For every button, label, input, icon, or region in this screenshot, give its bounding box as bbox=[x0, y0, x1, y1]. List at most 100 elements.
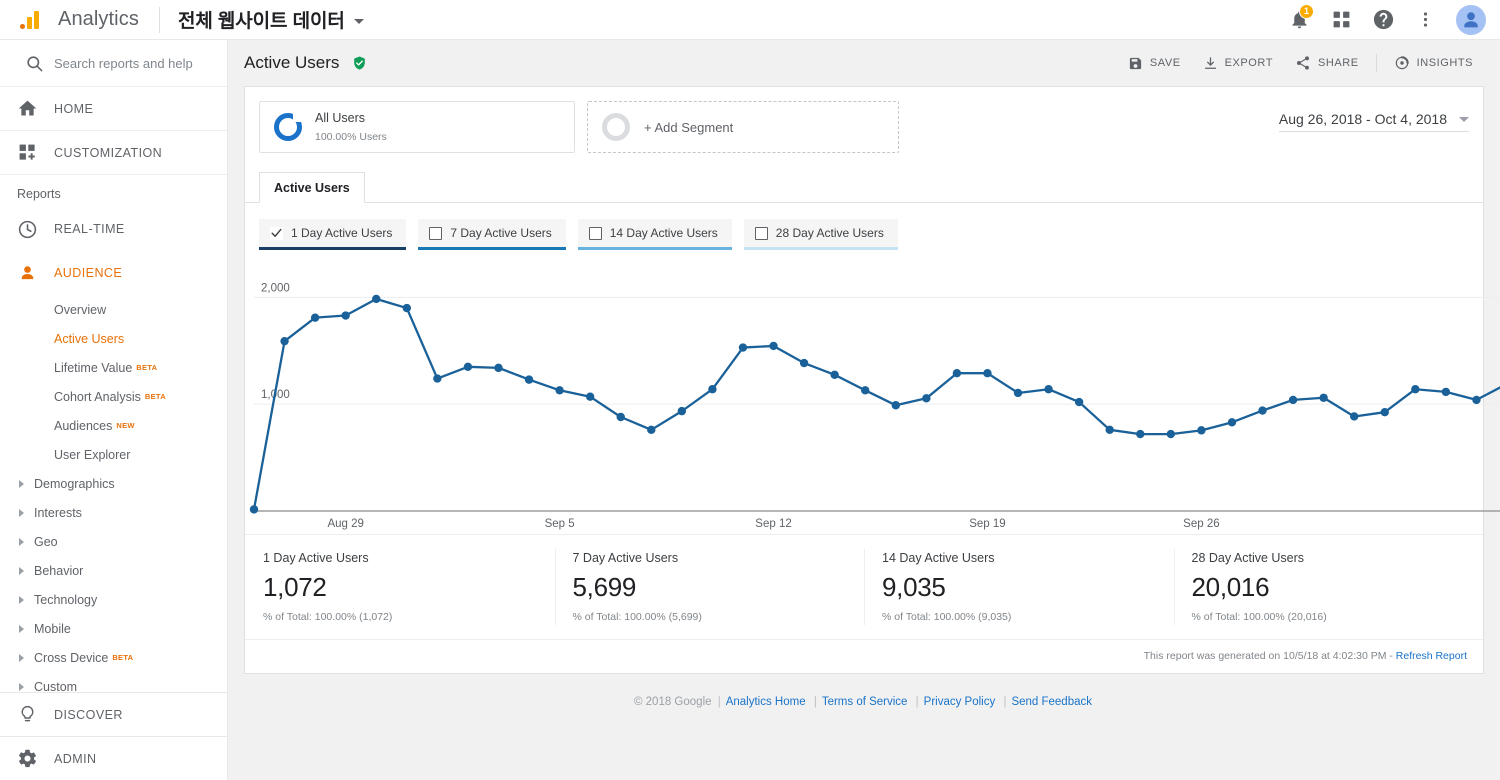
sidebar-item-overview[interactable]: Overview bbox=[0, 295, 227, 324]
metric-toggle-3[interactable]: 14 Day Active Users bbox=[577, 219, 732, 250]
chart-data-point[interactable] bbox=[1044, 385, 1053, 394]
chart-data-point[interactable] bbox=[1136, 429, 1145, 439]
share-button[interactable]: SHARE bbox=[1284, 49, 1370, 77]
chart-data-point[interactable] bbox=[922, 394, 931, 403]
checkbox-icon[interactable] bbox=[270, 226, 283, 240]
sidebar-item-audiences[interactable]: Audiences NEW bbox=[0, 411, 227, 440]
metric-toggle-2[interactable]: 7 Day Active Users bbox=[418, 219, 566, 250]
chart-data-point[interactable] bbox=[861, 386, 870, 395]
sidebar-item-home[interactable]: HOME bbox=[0, 87, 227, 131]
google-analytics-logo-icon[interactable] bbox=[0, 10, 58, 29]
more-vert-icon[interactable] bbox=[1406, 1, 1444, 39]
expand-arrow-icon[interactable] bbox=[0, 653, 34, 662]
help-icon[interactable] bbox=[1364, 1, 1402, 39]
checkbox-icon[interactable] bbox=[429, 226, 443, 240]
chart-data-point[interactable] bbox=[494, 363, 503, 373]
expand-arrow-icon[interactable] bbox=[0, 508, 34, 517]
chart-data-point[interactable] bbox=[1105, 425, 1114, 435]
bell-icon[interactable]: 1 bbox=[1280, 1, 1318, 39]
avatar[interactable] bbox=[1456, 4, 1486, 35]
chart-data-point[interactable] bbox=[1166, 429, 1176, 439]
chart-data-point[interactable] bbox=[1227, 418, 1237, 427]
expand-arrow-icon[interactable] bbox=[0, 595, 34, 604]
chart-data-point[interactable] bbox=[585, 392, 595, 401]
expand-arrow-icon[interactable] bbox=[0, 537, 34, 546]
chart-data-point[interactable] bbox=[280, 336, 289, 346]
segment-all-users[interactable]: All Users 100.00% Users bbox=[259, 101, 575, 153]
chart-data-point[interactable] bbox=[1013, 388, 1023, 398]
chart-data-point[interactable] bbox=[891, 401, 900, 410]
sidebar-item-behavior[interactable]: Behavior bbox=[0, 556, 227, 585]
insights-button[interactable]: INSIGHTS bbox=[1383, 49, 1484, 77]
sidebar-item-user-explorer[interactable]: User Explorer bbox=[0, 440, 227, 469]
sidebar-item-customization[interactable]: CUSTOMIZATION bbox=[0, 131, 227, 175]
chart-data-point[interactable] bbox=[1380, 407, 1389, 417]
sidebar-item-active-users[interactable]: Active Users bbox=[0, 324, 227, 353]
privacy-policy-link[interactable]: Privacy Policy bbox=[924, 696, 996, 708]
chart-data-point[interactable] bbox=[524, 375, 534, 384]
sidebar-item-technology[interactable]: Technology bbox=[0, 585, 227, 614]
chart-data-point[interactable] bbox=[1472, 395, 1481, 405]
chart-data-point[interactable] bbox=[1258, 406, 1267, 415]
chart-data-point[interactable] bbox=[677, 406, 687, 416]
chart-data-point[interactable] bbox=[1319, 393, 1328, 402]
chart-data-point[interactable] bbox=[402, 303, 412, 313]
chart-data-point[interactable] bbox=[372, 294, 381, 304]
chart-data-point[interactable] bbox=[1349, 412, 1359, 421]
sidebar-item-discover[interactable]: DISCOVER bbox=[0, 692, 227, 736]
save-button[interactable]: SAVE bbox=[1117, 50, 1192, 77]
sidebar-item-demographics[interactable]: Demographics bbox=[0, 469, 227, 498]
metric-toggle-1[interactable]: 1 Day Active Users bbox=[259, 219, 407, 250]
send-feedback-link[interactable]: Send Feedback bbox=[1011, 696, 1092, 708]
chart-data-point[interactable] bbox=[1074, 397, 1084, 407]
sidebar-item-audience[interactable]: AUDIENCE bbox=[0, 251, 227, 295]
chart-data-point[interactable] bbox=[616, 412, 625, 422]
chart-data-point[interactable] bbox=[310, 313, 320, 322]
account-selector[interactable]: 전체 웹사이트 데이터 bbox=[178, 6, 364, 33]
refresh-report-link[interactable]: Refresh Report bbox=[1396, 650, 1467, 662]
terms-of-service-link[interactable]: Terms of Service bbox=[822, 696, 908, 708]
sidebar-item-lifetime-value[interactable]: Lifetime Value BETA bbox=[0, 353, 227, 382]
chart-data-point[interactable] bbox=[433, 374, 442, 383]
chart-data-point[interactable] bbox=[1197, 426, 1206, 435]
sidebar-item-admin[interactable]: ADMIN bbox=[0, 736, 227, 780]
sidebar-item-cohort-analysis[interactable]: Cohort Analysis BETA bbox=[0, 382, 227, 411]
chart-data-point[interactable] bbox=[249, 505, 259, 514]
checkbox-icon[interactable] bbox=[754, 226, 768, 240]
sidebar-item-cross-device[interactable]: Cross Device BETA bbox=[0, 643, 227, 672]
analytics-home-link[interactable]: Analytics Home bbox=[726, 696, 806, 708]
chart-data-point[interactable] bbox=[952, 369, 962, 378]
chart-data-point[interactable] bbox=[341, 311, 350, 320]
sidebar-item-geo[interactable]: Geo bbox=[0, 527, 227, 556]
chart-data-point[interactable] bbox=[1441, 387, 1451, 397]
expand-arrow-icon[interactable] bbox=[0, 682, 34, 691]
chart-data-point[interactable] bbox=[799, 358, 809, 368]
metric-toggle-4[interactable]: 28 Day Active Users bbox=[743, 219, 898, 250]
summary-metric-value: 1,072 bbox=[263, 572, 327, 602]
chart-data-point[interactable] bbox=[1411, 385, 1420, 394]
chart-data-point[interactable] bbox=[830, 370, 839, 380]
sidebar-item-real-time[interactable]: REAL-TIME bbox=[0, 207, 227, 251]
tab-active-users[interactable]: Active Users bbox=[259, 172, 365, 203]
sidebar-search[interactable] bbox=[0, 40, 227, 87]
sidebar-item-interests[interactable]: Interests bbox=[0, 498, 227, 527]
sidebar-item-mobile[interactable]: Mobile bbox=[0, 614, 227, 643]
chart-data-point[interactable] bbox=[463, 362, 473, 371]
chart-data-point[interactable] bbox=[1288, 395, 1298, 405]
date-range-picker[interactable]: Aug 26, 2018 - Oct 4, 2018 bbox=[1278, 111, 1469, 132]
add-segment-button[interactable]: + Add Segment bbox=[587, 101, 899, 153]
chart-data-point[interactable] bbox=[647, 425, 656, 435]
search-input[interactable] bbox=[54, 55, 204, 71]
chart-data-point[interactable] bbox=[769, 341, 778, 351]
chart-svg[interactable]: 1,0002,000Aug 29 Sep 5 Sep 12 Sep 19 Sep 26 bbox=[245, 262, 1500, 530]
expand-arrow-icon[interactable] bbox=[0, 624, 34, 633]
chart-data-point[interactable] bbox=[738, 343, 748, 352]
chart-data-point[interactable] bbox=[555, 386, 564, 395]
chart-data-point[interactable] bbox=[708, 385, 717, 394]
chart-data-point[interactable] bbox=[983, 369, 992, 378]
apps-grid-icon[interactable] bbox=[1322, 1, 1360, 39]
expand-arrow-icon[interactable] bbox=[0, 566, 34, 575]
expand-arrow-icon[interactable] bbox=[0, 479, 34, 488]
export-button[interactable]: EXPORT bbox=[1192, 50, 1284, 77]
checkbox-icon[interactable] bbox=[588, 226, 602, 240]
